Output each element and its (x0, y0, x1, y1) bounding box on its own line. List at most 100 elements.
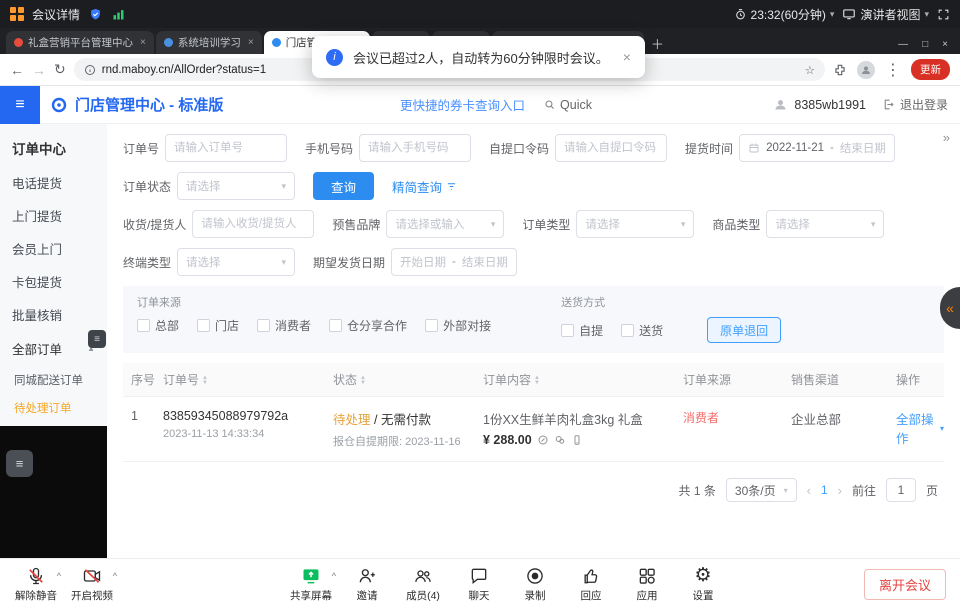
goto-page-input[interactable] (886, 478, 916, 502)
col-order-no[interactable]: 订单号▲▼ (163, 371, 333, 388)
reaction-icon (581, 566, 601, 586)
wechat-icon (554, 434, 566, 446)
reaction-button[interactable]: 回应 (563, 566, 619, 603)
checkbox-icon[interactable] (621, 324, 634, 337)
order-status-select[interactable]: 请选择 ▾ (177, 172, 295, 200)
current-page[interactable]: 1 (821, 483, 828, 497)
order-no-input[interactable] (165, 134, 287, 162)
fullscreen-icon[interactable] (937, 8, 950, 21)
expand-panel-icon[interactable]: » (943, 130, 950, 145)
col-content[interactable]: 订单内容▲▼ (483, 371, 683, 388)
toast-close-icon[interactable]: × (623, 49, 631, 65)
start-video-button[interactable]: ^ 开启视频 (64, 566, 120, 603)
checkbox-icon[interactable] (197, 319, 210, 332)
checkbox-icon[interactable] (561, 324, 574, 337)
record-button[interactable]: 录制 (507, 566, 563, 603)
order-type-select[interactable]: 请选择 ▾ (576, 210, 694, 238)
members-button[interactable]: 成员(4) (395, 566, 451, 603)
sidebar-item-pending-orders[interactable]: 待处理订单 (0, 394, 107, 422)
browser-tab[interactable]: 系统培训学习 × (156, 31, 262, 54)
caret-up-icon[interactable]: ^ (57, 571, 61, 581)
window-close-icon[interactable]: × (942, 39, 948, 50)
checkbox-icon[interactable] (425, 319, 438, 332)
view-mode-switcher[interactable]: 演讲者视图 ▾ (842, 6, 929, 23)
caret-up-icon[interactable]: ^ (113, 571, 117, 581)
sidebar-item-city-delivery[interactable]: 同城配送订单 (0, 366, 107, 394)
expect-date-range[interactable]: 开始日期 - 结束日期 (391, 248, 517, 276)
checkbox-self-pickup[interactable]: 自提 (561, 322, 603, 339)
sort-icon[interactable]: ▲▼ (534, 376, 540, 386)
next-page-icon[interactable]: › (838, 483, 842, 498)
screen: 会议详情 23:32(60分钟) ▾ 演讲者视图 ▾ (0, 0, 960, 610)
cell-actions: 全部操作 ▾ (896, 409, 944, 447)
checkbox-icon[interactable] (329, 319, 342, 332)
sidebar-toggle-button[interactable]: ≡ (0, 86, 40, 124)
forward-icon[interactable]: → (32, 62, 46, 78)
back-icon[interactable]: ← (10, 62, 24, 78)
receiver-input[interactable] (192, 210, 314, 238)
browser-profile-avatar[interactable] (857, 61, 875, 79)
window-minimize-icon[interactable]: — (898, 39, 908, 50)
checkbox-external[interactable]: 外部对接 (425, 317, 491, 334)
caret-up-icon[interactable]: ^ (332, 571, 336, 581)
tab-close-icon[interactable]: × (248, 37, 254, 48)
sort-icon[interactable]: ▲▼ (202, 376, 208, 386)
shield-icon[interactable] (88, 7, 103, 22)
leave-meeting-button[interactable]: 离开会议 (864, 569, 946, 600)
page-info-icon[interactable] (84, 64, 96, 76)
caret-down-icon: ▾ (681, 219, 686, 230)
window-maximize-icon[interactable]: □ (922, 39, 928, 50)
terminal-type-select[interactable]: 请选择 ▾ (177, 248, 295, 276)
checkbox-share-coop[interactable]: 仓分享合作 (329, 317, 407, 334)
reload-icon[interactable]: ↻ (54, 61, 66, 78)
page-size-select[interactable]: 30条/页 ▾ (726, 478, 797, 502)
prev-page-icon[interactable]: ‹ (807, 483, 811, 498)
checkbox-icon[interactable] (257, 319, 270, 332)
meeting-app-icon[interactable] (10, 7, 24, 21)
checkbox-store[interactable]: 门店 (197, 317, 239, 334)
browser-menu-icon[interactable]: ⋮ (885, 60, 901, 80)
tab-close-icon[interactable]: × (140, 37, 146, 48)
meeting-detail-label[interactable]: 会议详情 (32, 6, 80, 23)
floating-list-tool-icon[interactable]: ≡ (6, 450, 33, 477)
apps-button[interactable]: 应用 (619, 566, 675, 603)
browser-update-button[interactable]: 更新 (911, 59, 950, 80)
meeting-top-bar: 会议详情 23:32(60分钟) ▾ 演讲者视图 ▾ (0, 0, 960, 28)
pickup-code-input[interactable] (555, 134, 667, 162)
checkbox-hq[interactable]: 总部 (137, 317, 179, 334)
brand-logo-icon (50, 96, 68, 114)
share-screen-button[interactable]: ^ 共享屏幕 (283, 566, 339, 603)
query-button[interactable]: 查询 (313, 172, 374, 200)
original-return-button[interactable]: 原单退回 (707, 317, 781, 343)
checkbox-icon[interactable] (137, 319, 150, 332)
meeting-timer[interactable]: 23:32(60分钟) ▾ (734, 6, 835, 23)
user-account[interactable]: 8385wb1991 (773, 97, 866, 112)
goods-type-select[interactable]: 请选择 ▾ (766, 210, 884, 238)
sidebar-item-member-visit[interactable]: 会员上门 (0, 232, 107, 265)
extensions-icon[interactable] (833, 63, 847, 77)
browser-tab[interactable]: 礼盒营销平台管理中心 × (6, 31, 154, 54)
bookmark-star-icon[interactable]: ☆ (805, 63, 815, 77)
col-status[interactable]: 状态▲▼ (333, 371, 483, 388)
sidebar-drag-handle-icon[interactable]: ≡ (88, 330, 106, 348)
phone-input[interactable] (359, 134, 471, 162)
simple-query-link[interactable]: 精简查询 (392, 177, 457, 196)
sidebar-item-door-pickup[interactable]: 上门提货 (0, 199, 107, 232)
sort-icon[interactable]: ▲▼ (360, 376, 366, 386)
logout-button[interactable]: 退出登录 (882, 96, 948, 113)
sidebar-item-phone-pickup[interactable]: 电话提货 (0, 166, 107, 199)
settings-button[interactable]: ⚙ 设置 (675, 566, 731, 603)
checkbox-delivery[interactable]: 送货 (621, 322, 663, 339)
quick-search[interactable]: Quick (543, 98, 592, 112)
chat-button[interactable]: 聊天 (451, 566, 507, 603)
all-actions-link[interactable]: 全部操作 ▾ (896, 409, 944, 447)
pickup-time-range[interactable]: 2022-11-21 - 结束日期 (739, 134, 895, 162)
presale-brand-select[interactable]: 请选择或输入 ▾ (386, 210, 504, 238)
new-tab-button[interactable]: ＋ (646, 32, 668, 54)
sidebar-item-card-pickup[interactable]: 卡包提货 (0, 265, 107, 298)
checkbox-consumer[interactable]: 消费者 (257, 317, 311, 334)
invite-button[interactable]: 邀请 (339, 566, 395, 603)
coupon-query-link[interactable]: 更快捷的券卡查询入口 (400, 95, 525, 114)
unmute-button[interactable]: ^ 解除静音 (8, 566, 64, 603)
sidebar-item-batch-verify[interactable]: 批量核销 (0, 298, 107, 331)
